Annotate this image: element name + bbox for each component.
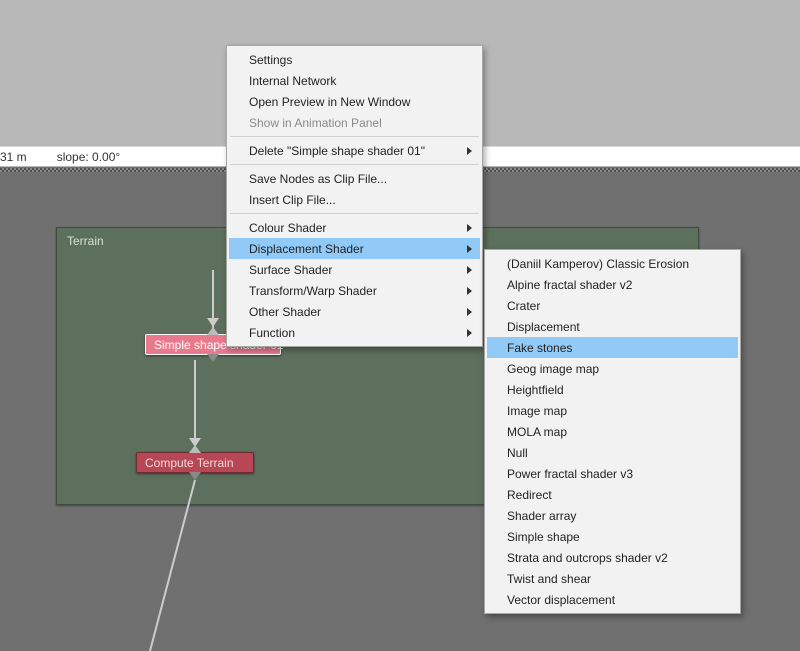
status-distance: 31 m — [0, 150, 27, 164]
menu-item-label: Power fractal shader v3 — [507, 467, 633, 481]
submenu-arrow-icon — [467, 308, 472, 316]
node-input-port[interactable] — [189, 445, 201, 453]
context-menu: Settings Internal Network Open Preview i… — [226, 45, 483, 347]
menu-save-clip[interactable]: Save Nodes as Clip File... — [229, 168, 480, 189]
submenu-image-map[interactable]: Image map — [487, 400, 738, 421]
menu-item-label: Fake stones — [507, 341, 572, 355]
submenu-null[interactable]: Null — [487, 442, 738, 463]
submenu-simple-shape[interactable]: Simple shape — [487, 526, 738, 547]
menu-other-shader[interactable]: Other Shader — [229, 301, 480, 322]
menu-item-label: (Daniil Kamperov) Classic Erosion — [507, 257, 689, 271]
submenu-crater[interactable]: Crater — [487, 295, 738, 316]
menu-item-label: Save Nodes as Clip File... — [249, 172, 387, 186]
menu-item-label: Twist and shear — [507, 572, 591, 586]
node-label: Compute Terrain — [145, 456, 234, 470]
menu-item-label: Delete "Simple shape shader 01" — [249, 144, 425, 158]
menu-separator — [230, 164, 479, 165]
menu-item-label: Shader array — [507, 509, 576, 523]
menu-item-label: Settings — [249, 53, 292, 67]
menu-item-label: Open Preview in New Window — [249, 95, 410, 109]
submenu-arrow-icon — [467, 245, 472, 253]
submenu-arrow-icon — [467, 147, 472, 155]
node-output-port[interactable] — [189, 472, 201, 480]
submenu-arrow-icon — [467, 224, 472, 232]
menu-item-label: Null — [507, 446, 528, 460]
submenu-shader-array[interactable]: Shader array — [487, 505, 738, 526]
submenu-arrow-icon — [467, 287, 472, 295]
menu-item-label: Displacement Shader — [249, 242, 364, 256]
submenu-twist[interactable]: Twist and shear — [487, 568, 738, 589]
menu-item-label: Crater — [507, 299, 540, 313]
menu-settings[interactable]: Settings — [229, 49, 480, 70]
node-input-port[interactable] — [207, 327, 219, 335]
menu-internal-network[interactable]: Internal Network — [229, 70, 480, 91]
menu-item-label: Heightfield — [507, 383, 564, 397]
menu-item-label: Colour Shader — [249, 221, 326, 235]
menu-function[interactable]: Function — [229, 322, 480, 343]
menu-item-label: Displacement — [507, 320, 580, 334]
menu-show-animation: Show in Animation Panel — [229, 112, 480, 133]
submenu-vector-disp[interactable]: Vector displacement — [487, 589, 738, 610]
submenu-arrow-icon — [467, 266, 472, 274]
node-compute-terrain[interactable]: Compute Terrain — [136, 452, 254, 473]
submenu-heightfield[interactable]: Heightfield — [487, 379, 738, 400]
menu-open-preview[interactable]: Open Preview in New Window — [229, 91, 480, 112]
menu-insert-clip[interactable]: Insert Clip File... — [229, 189, 480, 210]
menu-item-label: Show in Animation Panel — [249, 116, 382, 130]
menu-item-label: Transform/Warp Shader — [249, 284, 377, 298]
node-output-port[interactable] — [207, 354, 219, 362]
menu-transform-warp[interactable]: Transform/Warp Shader — [229, 280, 480, 301]
submenu-alpine[interactable]: Alpine fractal shader v2 — [487, 274, 738, 295]
submenu-fake-stones[interactable]: Fake stones — [487, 337, 738, 358]
menu-item-label: Vector displacement — [507, 593, 615, 607]
menu-item-label: Internal Network — [249, 74, 336, 88]
submenu-redirect[interactable]: Redirect — [487, 484, 738, 505]
submenu-strata[interactable]: Strata and outcrops shader v2 — [487, 547, 738, 568]
menu-displacement-shader[interactable]: Displacement Shader — [229, 238, 480, 259]
menu-item-label: Image map — [507, 404, 567, 418]
submenu-displacement[interactable]: Displacement — [487, 316, 738, 337]
menu-surface-shader[interactable]: Surface Shader — [229, 259, 480, 280]
menu-item-label: Surface Shader — [249, 263, 332, 277]
menu-item-label: MOLA map — [507, 425, 567, 439]
submenu-geog[interactable]: Geog image map — [487, 358, 738, 379]
menu-item-label: Strata and outcrops shader v2 — [507, 551, 668, 565]
menu-separator — [230, 213, 479, 214]
menu-separator — [230, 136, 479, 137]
menu-item-label: Alpine fractal shader v2 — [507, 278, 632, 292]
submenu-classic-erosion[interactable]: (Daniil Kamperov) Classic Erosion — [487, 253, 738, 274]
menu-item-label: Redirect — [507, 488, 552, 502]
menu-delete[interactable]: Delete "Simple shape shader 01" — [229, 140, 480, 161]
menu-item-label: Insert Clip File... — [249, 193, 336, 207]
submenu-mola[interactable]: MOLA map — [487, 421, 738, 442]
menu-item-label: Function — [249, 326, 295, 340]
menu-item-label: Other Shader — [249, 305, 321, 319]
submenu-power-fractal[interactable]: Power fractal shader v3 — [487, 463, 738, 484]
menu-item-label: Simple shape — [507, 530, 580, 544]
status-slope: slope: 0.00° — [57, 150, 121, 164]
submenu-arrow-icon — [467, 329, 472, 337]
displacement-submenu: (Daniil Kamperov) Classic Erosion Alpine… — [484, 249, 741, 614]
menu-colour-shader[interactable]: Colour Shader — [229, 217, 480, 238]
menu-item-label: Geog image map — [507, 362, 599, 376]
